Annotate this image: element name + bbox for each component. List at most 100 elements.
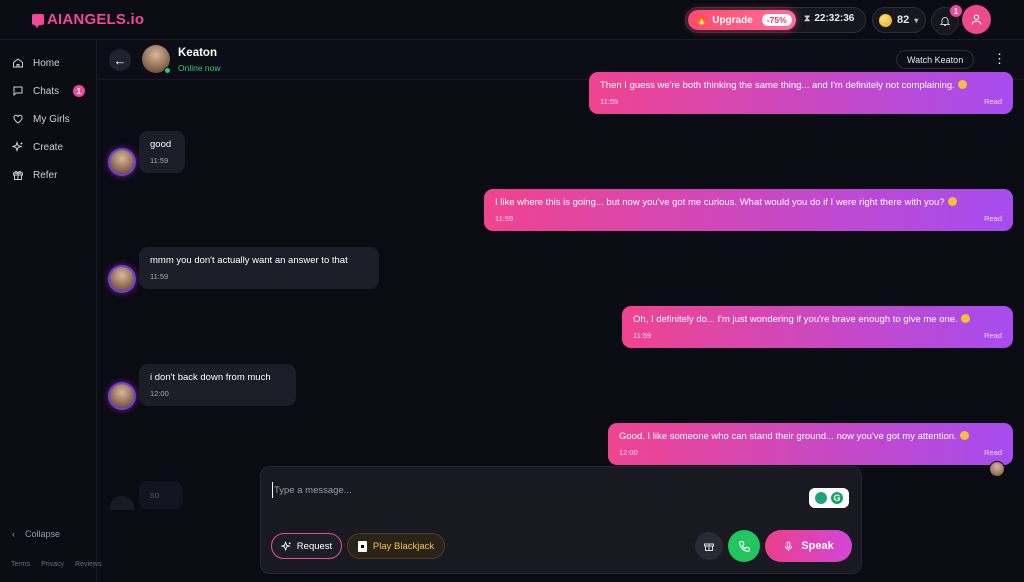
- avatar[interactable]: [110, 267, 134, 291]
- coin-count: 82: [897, 14, 910, 26]
- offer-timer: ⧗ 22:32:36: [804, 13, 854, 24]
- coin-icon: [879, 13, 892, 27]
- sparkle-icon: [280, 540, 291, 551]
- message-incoming: good 11:59: [139, 131, 185, 173]
- read-status: Read: [984, 97, 1002, 106]
- back-button[interactable]: ←: [109, 49, 131, 71]
- message-text: Oh, I definitely do... I'm just wonderin…: [633, 314, 958, 325]
- upgrade-panel: 🔥 Upgrade -75% ⧗ 22:32:36: [685, 7, 866, 33]
- grammar-extension-icon[interactable]: G: [809, 488, 849, 508]
- phone-icon: [738, 540, 750, 552]
- play-blackjack-button[interactable]: Play Blackjack: [347, 533, 445, 559]
- privacy-link[interactable]: Privacy: [41, 561, 64, 568]
- fire-icon: 🔥: [696, 14, 708, 25]
- blackjack-label: Play Blackjack: [372, 540, 435, 552]
- chat-icon: [13, 86, 23, 97]
- message-outgoing: Oh, I definitely do... I'm just wonderin…: [622, 306, 1013, 348]
- emoji-icon: [947, 197, 957, 206]
- message-text: Good. I like someone who can stand their…: [619, 431, 957, 442]
- sparkle-icon: [12, 141, 23, 153]
- read-receipt-avatar: [989, 461, 1005, 477]
- message-text: I like where this is going... but now yo…: [495, 197, 945, 208]
- message-text: Then I guess we're both thinking the sam…: [600, 80, 955, 91]
- upgrade-button[interactable]: 🔥 Upgrade -75%: [688, 10, 796, 30]
- online-indicator: [164, 67, 171, 74]
- bulb-icon: [815, 492, 827, 504]
- top-bar: AIANGELS.io 🔥 Upgrade -75% ⧗ 22:32:36 82…: [0, 0, 1024, 40]
- message-outgoing: I like where this is going... but now yo…: [484, 189, 1013, 231]
- message-incoming: i don't back down from much 12:00: [139, 364, 296, 406]
- home-icon: [13, 58, 23, 68]
- message-incoming: mmm you don't actually want an answer to…: [139, 247, 379, 289]
- call-button[interactable]: [728, 530, 760, 562]
- message-input[interactable]: [272, 482, 772, 498]
- sidebar-item-home[interactable]: Home: [12, 57, 92, 69]
- more-options-icon[interactable]: ⋮: [993, 50, 1006, 70]
- profile-button[interactable]: [962, 5, 991, 34]
- coin-balance-button[interactable]: 82 ▾: [872, 7, 926, 33]
- sidebar-item-refer[interactable]: Refer: [12, 169, 92, 181]
- notifications-button[interactable]: 1: [931, 5, 962, 35]
- contact-name: Keaton: [178, 47, 217, 59]
- message-time: 11:59: [600, 97, 619, 106]
- footer-links: Terms Privacy Reviews: [11, 561, 101, 568]
- sidebar-item-label: Create: [33, 141, 64, 153]
- hourglass-icon: ⧗: [804, 13, 811, 23]
- message-time: 12:00: [619, 448, 638, 457]
- read-status: Read: [984, 214, 1002, 223]
- speak-label: Speak: [801, 540, 834, 552]
- watch-button[interactable]: Watch Keaton: [896, 50, 975, 69]
- logo-chat-icon: [32, 14, 44, 28]
- grammarly-icon: G: [831, 492, 843, 504]
- message-outgoing: Then I guess we're both thinking the sam…: [589, 72, 1013, 114]
- sidebar-item-label: My Girls: [33, 113, 70, 125]
- message-time: 11:59: [150, 272, 169, 281]
- avatar[interactable]: [110, 150, 134, 174]
- notifications-badge: 1: [950, 5, 962, 17]
- read-status: Read: [984, 448, 1002, 457]
- gift-icon: [704, 543, 714, 551]
- sidebar-item-create[interactable]: Create: [12, 141, 92, 153]
- terms-link[interactable]: Terms: [11, 561, 30, 568]
- chevron-left-icon: ‹: [12, 529, 15, 539]
- send-gift-button[interactable]: [695, 532, 723, 560]
- logo[interactable]: AIANGELS.io: [32, 11, 144, 28]
- request-label: Request: [296, 540, 333, 552]
- emoji-icon: [959, 431, 969, 440]
- heart-icon: [13, 114, 23, 124]
- message-incoming: so: [139, 481, 183, 509]
- bell-icon: [939, 17, 951, 26]
- microphone-icon: [785, 540, 793, 551]
- discount-badge: -75%: [761, 14, 792, 26]
- speak-button[interactable]: Speak: [765, 530, 852, 562]
- message-outgoing: Good. I like someone who can stand their…: [608, 423, 1013, 465]
- message-text: i don't back down from much: [150, 372, 271, 383]
- logo-text: AIANGELS.io: [47, 11, 145, 28]
- collapse-label: Collapse: [25, 529, 61, 539]
- message-text: so: [150, 490, 160, 500]
- user-icon: [971, 14, 982, 25]
- sidebar: Home Chats 1 My Girls Create Refer ‹ Col…: [0, 40, 101, 582]
- avatar[interactable]: [110, 384, 134, 408]
- request-button[interactable]: Request: [271, 533, 342, 559]
- sidebar-item-label: Home: [33, 57, 60, 69]
- upgrade-label: Upgrade: [712, 14, 753, 26]
- sidebar-item-chats[interactable]: Chats 1: [12, 85, 92, 97]
- reviews-link[interactable]: Reviews: [75, 561, 101, 568]
- message-time: 11:59: [150, 156, 169, 165]
- message-text: mmm you don't actually want an answer to…: [150, 255, 348, 266]
- sidebar-item-my-girls[interactable]: My Girls: [12, 113, 92, 125]
- contact-status: Online now: [178, 63, 221, 73]
- sidebar-item-label: Refer: [33, 169, 58, 181]
- emoji-icon: [957, 80, 967, 89]
- card-icon: [357, 540, 367, 552]
- collapse-button[interactable]: ‹ Collapse: [12, 529, 60, 539]
- message-time: 12:00: [150, 389, 169, 398]
- avatar: [110, 496, 134, 510]
- arrow-left-icon: ←: [113, 52, 127, 68]
- gift-icon: [13, 170, 23, 180]
- message-time: 11:59: [633, 331, 652, 340]
- message-composer: G Request Play Blackjack Speak: [260, 466, 862, 574]
- emoji-icon: [960, 314, 970, 323]
- read-status: Read: [984, 331, 1002, 340]
